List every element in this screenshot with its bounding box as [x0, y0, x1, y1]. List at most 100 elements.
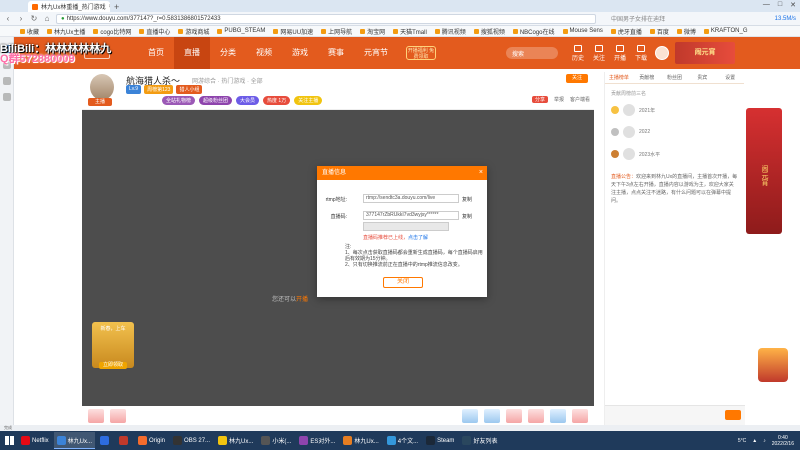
go-live-button[interactable]: 开播 [614, 44, 626, 62]
network-icon[interactable]: ▲ [752, 438, 757, 444]
taskbar-app[interactable]: 林九Ux... [215, 432, 256, 449]
nav-home[interactable]: 首页 [138, 37, 174, 69]
stream-key-select[interactable] [363, 222, 449, 231]
bookmark[interactable]: cogo比特网 [93, 27, 131, 36]
taskbar-app[interactable]: 好友列表 [459, 432, 500, 449]
bookmark[interactable]: 直播中心 [139, 27, 170, 36]
taskbar-app[interactable]: 林九Ux... [340, 432, 381, 449]
share-button[interactable]: 分享 [531, 96, 548, 103]
nav-lantern-festival[interactable]: 元宵节 [354, 37, 398, 69]
taskbar-app[interactable]: ES对外... [296, 432, 338, 449]
taskbar-app[interactable]: 4个文... [384, 432, 421, 449]
bookmark[interactable]: 游戏商城 [178, 27, 209, 36]
gift-item[interactable] [484, 409, 500, 423]
taskbar-app[interactable]: Netflix [18, 432, 52, 449]
rail-notes-icon[interactable] [2, 93, 11, 101]
back-icon[interactable]: ‹ [4, 14, 12, 23]
tab-settings[interactable]: 设置 [716, 72, 744, 83]
rank-row[interactable]: 2022 [605, 121, 744, 143]
gift-item[interactable] [110, 409, 126, 423]
home-icon[interactable]: ⌂ [43, 14, 51, 23]
follow-list-button[interactable]: 关注 [593, 44, 605, 62]
bookmark[interactable]: 虎牙直播 [610, 27, 642, 36]
bookmark[interactable]: 收藏 [20, 27, 39, 36]
gift-rank-badge[interactable]: 全站礼物榜 [162, 96, 196, 105]
stream-key-field[interactable]: 377147rZbRUkkI7vd3wyjsy****** [363, 211, 459, 220]
fan-club-badge[interactable]: 超级粉丝团 [199, 96, 233, 105]
nav-events[interactable]: 赛事 [318, 37, 354, 69]
history-button[interactable]: 历史 [572, 44, 584, 62]
go-live-link[interactable]: 开播 [296, 297, 308, 303]
gift-item[interactable] [462, 409, 478, 423]
user-avatar[interactable] [655, 46, 670, 60]
send-button[interactable] [725, 410, 741, 420]
promo-claim-button[interactable]: 立即领取 [99, 362, 127, 369]
learn-more-link[interactable]: 点击了解 [408, 235, 428, 241]
taskbar-app[interactable]: Steam [423, 432, 457, 449]
streamer-avatar[interactable] [90, 74, 114, 100]
refresh-icon[interactable]: ↻ [30, 14, 38, 23]
taskbar-app[interactable]: OBS 27... [170, 432, 213, 449]
tab-contribution[interactable]: 贡献榜 [633, 72, 661, 83]
nav-video[interactable]: 视频 [246, 37, 282, 69]
festival-side-banner[interactable]: 闹元宵 [746, 108, 782, 234]
bookmark[interactable]: 网易UU加速 [273, 27, 313, 36]
nav-promo-badge[interactable]: 开播福利 免费领取 [406, 46, 436, 60]
nav-category[interactable]: 分类 [210, 37, 246, 69]
bookmark[interactable]: NBCogo在线 [512, 27, 555, 36]
start-button[interactable] [0, 431, 18, 450]
festival-banner[interactable]: 闹元宵 [675, 42, 736, 64]
gift-item[interactable] [528, 409, 544, 423]
nav-games[interactable]: 游戏 [282, 37, 318, 69]
chat-input[interactable] [605, 405, 745, 425]
heat-badge[interactable]: 热度 1万 [263, 96, 291, 105]
festival-mascot-icon[interactable] [758, 348, 788, 382]
taskbar-app[interactable] [97, 432, 114, 449]
minimize-button[interactable]: — [763, 1, 770, 9]
gift-item[interactable] [550, 409, 566, 423]
report-button[interactable]: 举报 [554, 96, 564, 103]
taskbar-app[interactable] [116, 432, 133, 449]
weather-text[interactable]: 5°C [738, 438, 746, 444]
tab-fan-club[interactable]: 粉丝团 [661, 72, 689, 83]
dialog-close-button[interactable]: 关闭 [383, 277, 423, 288]
room-category[interactable]: 网游综合 · 热门游戏 · 全部 [192, 76, 263, 85]
dialog-close-icon[interactable]: × [479, 166, 483, 180]
vip-badge[interactable]: 大会员 [236, 96, 260, 105]
bookmark[interactable]: 天猫Tmall [393, 27, 427, 36]
tab-streamer-rank[interactable]: 主播榜单 [605, 72, 633, 83]
volume-icon[interactable]: ♪ [763, 438, 766, 444]
client-button[interactable]: 客户端看 [570, 96, 590, 103]
maximize-button[interactable]: □ [778, 1, 782, 9]
bookmark[interactable]: 微博 [676, 27, 696, 36]
new-tab-button[interactable]: + [114, 2, 119, 12]
bookmark[interactable]: 搜狐视频 [473, 27, 505, 36]
bookmark[interactable]: PUBG_STEAM [217, 28, 265, 34]
rank-row[interactable]: 2021年 [605, 99, 744, 121]
bookmark[interactable]: 上网导航 [321, 27, 352, 36]
url-field[interactable]: ● https://www.douyu.com/377147?_r=0.58313… [56, 13, 596, 24]
copy-key-button[interactable]: 复制 [462, 213, 472, 220]
bookmark[interactable]: 淘宝网 [360, 27, 385, 36]
spring-promo-card[interactable]: 新春，上车 立即领取 [92, 322, 134, 369]
gift-item[interactable] [572, 409, 588, 423]
taskbar-app[interactable]: Origin [135, 432, 168, 449]
bookmark[interactable]: 林九Ux主播 [47, 27, 85, 36]
site-search-input[interactable]: 搜索 [506, 47, 558, 59]
browser-tab[interactable]: 林九Ux林重播_热门游戏 × [28, 1, 110, 12]
bookmark[interactable]: Mouse Sens [562, 28, 603, 34]
bookmark[interactable]: KRAFTON_G [703, 28, 747, 34]
bookmark[interactable]: 腾讯视频 [434, 27, 466, 36]
download-button[interactable]: 下载 [635, 44, 647, 62]
forward-icon[interactable]: › [17, 14, 25, 23]
gift-item[interactable] [88, 409, 104, 423]
tab-close-icon[interactable]: × [109, 4, 110, 10]
close-window-button[interactable]: ✕ [790, 1, 796, 9]
tab-vip[interactable]: 贵宾 [688, 72, 716, 83]
taskbar-app[interactable]: 小米(... [258, 432, 294, 449]
taskbar-app[interactable]: 林九Ux... [53, 432, 96, 449]
rtmp-address-field[interactable]: rtmp://sendtc3a.douyu.com/live [363, 194, 459, 203]
copy-rtmp-button[interactable]: 复制 [462, 196, 472, 203]
follow-button[interactable]: 关注 [566, 74, 588, 83]
gift-item[interactable] [506, 409, 522, 423]
